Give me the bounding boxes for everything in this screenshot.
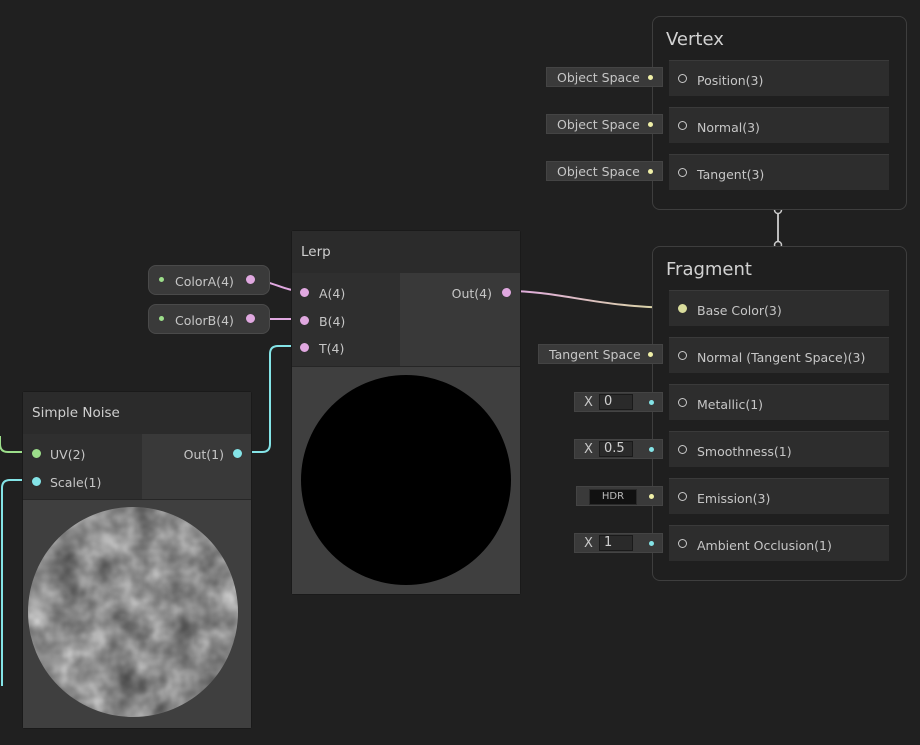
colora-port[interactable] — [246, 275, 255, 284]
position-label: Position(3) — [697, 73, 764, 88]
metallic-label: Metallic(1) — [697, 397, 764, 412]
position-port[interactable] — [678, 74, 687, 83]
noise-output-port[interactable] — [233, 449, 242, 458]
normal-tangent-space-pill[interactable]: Tangent Space — [538, 344, 663, 364]
pill-port-dot — [649, 541, 654, 546]
normal-port[interactable] — [678, 121, 687, 130]
colora-label: ColorA(4) — [175, 274, 234, 289]
fragment-slot-metallic[interactable]: Metallic(1) — [669, 384, 889, 420]
axis-label: X — [584, 442, 593, 457]
fragment-slot-normal-ts[interactable]: Normal (Tangent Space)(3) — [669, 337, 889, 373]
position-space-pill[interactable]: Object Space — [546, 67, 663, 87]
pill-port-dot — [649, 400, 654, 405]
output-port[interactable] — [502, 288, 511, 297]
normal-space-pill[interactable]: Object Space — [546, 114, 663, 134]
ao-label: Ambient Occlusion(1) — [697, 538, 832, 553]
base-color-label: Base Color(3) — [697, 303, 782, 318]
base-color-port[interactable] — [678, 304, 687, 313]
simple-noise-outputs: Out(1) — [142, 434, 251, 499]
normal-ts-port[interactable] — [678, 351, 687, 360]
vertex-context[interactable]: Vertex Position(3) Normal(3) Tangent(3) — [652, 16, 907, 210]
input-b-label: B(4) — [319, 314, 346, 329]
simple-noise-header[interactable]: Simple Noise — [23, 392, 251, 435]
metallic-port[interactable] — [678, 398, 687, 407]
tangent-space-pill[interactable]: Object Space — [546, 161, 663, 181]
colora-property[interactable]: ColorA(4) — [148, 265, 270, 295]
metallic-value-field[interactable]: 0 — [599, 394, 633, 410]
fragment-slot-smoothness[interactable]: Smoothness(1) — [669, 431, 889, 467]
fragment-title: Fragment — [666, 259, 752, 280]
normal-label: Normal(3) — [697, 120, 760, 135]
input-a-port[interactable] — [300, 288, 309, 297]
simple-noise-inputs: UV(2) Scale(1) — [23, 434, 142, 499]
axis-label: X — [584, 536, 593, 551]
smoothness-port[interactable] — [678, 445, 687, 454]
lerp-preview-sphere — [301, 375, 511, 585]
pill-port-dot — [648, 75, 653, 80]
lerp-node[interactable]: Lerp A(4) B(4) T(4) Out(4) — [291, 230, 521, 595]
metallic-input[interactable]: X 0 — [574, 392, 663, 412]
output-label: Out(4) — [451, 286, 492, 301]
pill-port-dot — [648, 122, 653, 127]
input-b-port[interactable] — [300, 316, 309, 325]
colorb-property[interactable]: ColorB(4) — [148, 304, 270, 334]
pill-port-dot — [648, 352, 653, 357]
emission-port[interactable] — [678, 492, 687, 501]
input-a-label: A(4) — [319, 286, 346, 301]
pill-port-dot — [649, 494, 654, 499]
smoothness-input[interactable]: X 0.5 — [574, 439, 663, 459]
colorb-port[interactable] — [246, 314, 255, 323]
fragment-slot-emission[interactable]: Emission(3) — [669, 478, 889, 514]
simple-noise-node[interactable]: Simple Noise UV(2) Scale(1) Out(1) — [22, 391, 252, 729]
scale-port[interactable] — [32, 477, 41, 486]
axis-label: X — [584, 395, 593, 410]
fragment-slot-ao[interactable]: Ambient Occlusion(1) — [669, 525, 889, 561]
vertex-title: Vertex — [666, 29, 724, 50]
vertex-slot-normal[interactable]: Normal(3) — [669, 107, 889, 143]
lerp-header[interactable]: Lerp — [292, 231, 520, 274]
normal-ts-label: Normal (Tangent Space)(3) — [697, 350, 866, 365]
tangent-port[interactable] — [678, 168, 687, 177]
ao-input[interactable]: X 1 — [574, 533, 663, 553]
simple-noise-preview — [23, 499, 251, 728]
pill-port-dot — [649, 447, 654, 452]
input-t-port[interactable] — [300, 343, 309, 352]
pill-port-dot — [648, 169, 653, 174]
uv-port[interactable] — [32, 449, 41, 458]
noise-preview-sphere — [28, 507, 238, 717]
lerp-preview — [292, 366, 520, 594]
input-t-label: T(4) — [319, 341, 345, 356]
exposed-indicator — [159, 316, 164, 321]
hdr-color-swatch[interactable]: HDR — [589, 489, 637, 505]
vertex-slot-position[interactable]: Position(3) — [669, 60, 889, 96]
simple-noise-title: Simple Noise — [32, 405, 120, 421]
lerp-inputs: A(4) B(4) T(4) — [292, 273, 400, 366]
ao-value-field[interactable]: 1 — [599, 535, 633, 551]
vertex-slot-tangent[interactable]: Tangent(3) — [669, 154, 889, 190]
exposed-indicator — [159, 277, 164, 282]
emission-label: Emission(3) — [697, 491, 771, 506]
fragment-slot-base-color[interactable]: Base Color(3) — [669, 290, 889, 326]
fragment-context[interactable]: Fragment Base Color(3) Normal (Tangent S… — [652, 246, 907, 581]
tangent-label: Tangent(3) — [697, 167, 765, 182]
lerp-outputs: Out(4) — [400, 273, 520, 366]
lerp-title: Lerp — [301, 244, 331, 260]
ao-port[interactable] — [678, 539, 687, 548]
colorb-label: ColorB(4) — [175, 313, 234, 328]
noise-output-label: Out(1) — [183, 447, 224, 462]
scale-label: Scale(1) — [50, 475, 102, 490]
uv-label: UV(2) — [50, 447, 86, 462]
emission-input[interactable]: HDR — [576, 486, 663, 506]
smoothness-label: Smoothness(1) — [697, 444, 792, 459]
smoothness-value-field[interactable]: 0.5 — [599, 441, 633, 457]
